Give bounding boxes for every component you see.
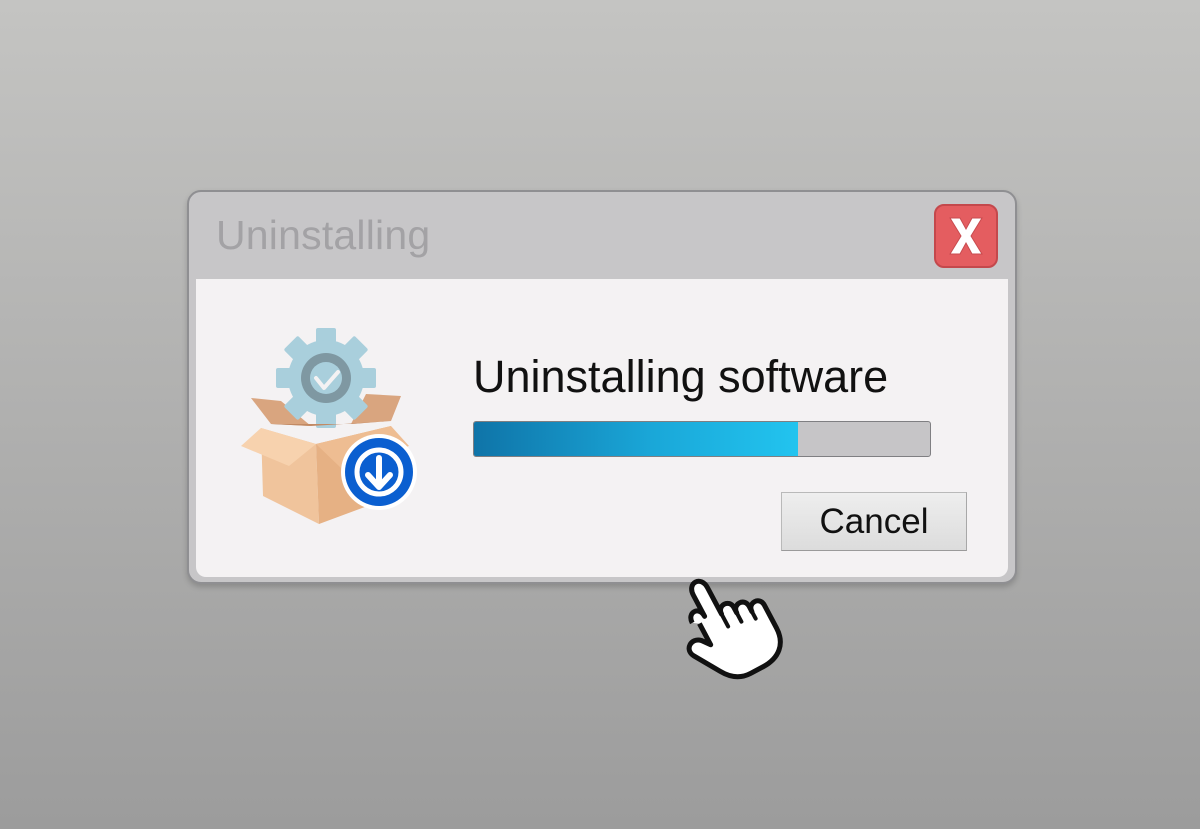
cancel-button[interactable]: Cancel: [781, 492, 967, 551]
hand-pointer-icon: [686, 578, 783, 680]
progress-bar: [473, 421, 931, 457]
close-button[interactable]: [934, 204, 998, 268]
progress-bar-fill: [474, 422, 798, 456]
package-gear-download-icon: [241, 328, 417, 524]
window-title: Uninstalling: [216, 212, 431, 258]
dialog-content: Uninstalling software Cancel: [196, 279, 1008, 577]
uninstall-dialog: Uninstalling Uninstalling software Cance…: [187, 190, 1017, 584]
status-heading: Uninstalling software: [473, 351, 889, 402]
close-x-icon: [949, 217, 983, 255]
